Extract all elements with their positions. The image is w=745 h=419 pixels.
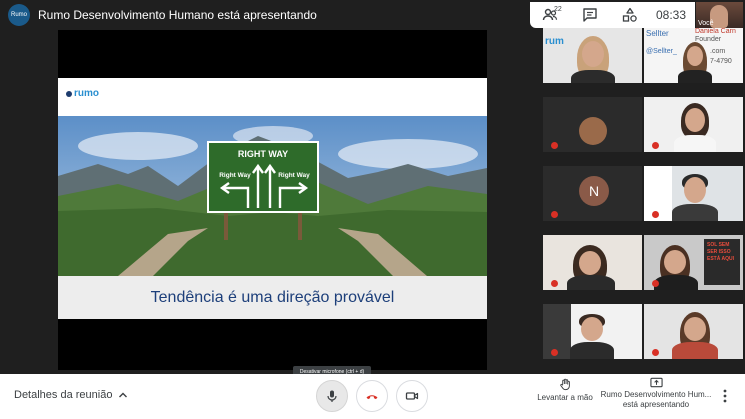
slide-logo-text: rumo [74, 88, 99, 99]
logo-mark-icon [66, 90, 72, 97]
participant-tile[interactable] [543, 304, 642, 359]
microphone-button[interactable] [316, 380, 348, 412]
participant-face [664, 250, 686, 274]
participant-body [567, 275, 615, 290]
participant-face [685, 108, 705, 132]
tile-site-text: .com [710, 48, 726, 55]
participant-initial-avatar: N [579, 176, 609, 206]
tile-logo-text: rum [545, 36, 564, 47]
presentation-status-button[interactable]: Rumo Desenvolvimento Hum... está apresen… [600, 377, 712, 410]
participant-face [684, 317, 706, 341]
clock: 08:33 [656, 8, 687, 22]
sign-right-label: Right Way [278, 172, 310, 179]
mic-muted-icon [551, 349, 558, 356]
meeting-details-label: Detalhes da reunião [14, 389, 113, 401]
video-stage: Rumo Rumo Desenvolvimento Humano está ap… [0, 0, 745, 374]
top-controls: 22 08:33 [530, 2, 695, 28]
participant-tile[interactable]: Sellter Daniela Carn Founder @Sellter_ .… [644, 28, 743, 83]
mic-muted-icon [652, 142, 659, 149]
sign-left-label: Right Way [219, 172, 251, 179]
background-sign: SOL SEM SER ISSO ESTÁ AQUI [704, 239, 740, 285]
slide-photo: RIGHT WAY Right Way Right Way [58, 116, 487, 276]
participant-tile[interactable]: N [543, 166, 642, 221]
chat-icon [583, 8, 597, 22]
mic-muted-icon [551, 211, 558, 218]
presenter-avatar: Rumo [8, 4, 30, 26]
presenter-banner: Rumo Rumo Desenvolvimento Humano está ap… [8, 3, 317, 27]
participant-tile[interactable]: rum [543, 28, 642, 83]
sign-title: RIGHT WAY [238, 149, 288, 159]
people-button[interactable]: 22 [530, 2, 570, 28]
participant-tile[interactable] [543, 235, 642, 290]
mic-muted-icon [652, 211, 659, 218]
participant-body [672, 342, 718, 359]
self-video-tile[interactable]: Você [696, 2, 743, 28]
tile-handle-text: @Sellter_ [646, 48, 677, 55]
participant-tile[interactable] [644, 97, 743, 152]
present-status-line2: está apresentando [622, 400, 690, 409]
slide-header: rumo [58, 78, 487, 116]
slide-caption: Tendência é uma direção provável [58, 276, 487, 319]
participant-tile[interactable] [644, 304, 743, 359]
raise-hand-button[interactable]: Levantar a mão [535, 378, 595, 402]
participant-body [654, 275, 698, 290]
activities-button[interactable] [610, 2, 650, 28]
camera-button[interactable] [396, 380, 428, 412]
bottom-bar: Detalhes da reunião Levantar a mão Rumo … [0, 374, 745, 419]
tile-role-text: Founder [695, 36, 722, 43]
tile-brand-text: Sellter [646, 29, 669, 38]
participant-body [678, 70, 712, 83]
raise-hand-label: Levantar a mão [537, 393, 593, 402]
chat-button[interactable] [570, 2, 610, 28]
participant-face [581, 317, 603, 341]
participant-face [579, 251, 601, 275]
participant-face [687, 46, 703, 66]
participant-body [672, 204, 718, 221]
presenter-avatar-text: Rumo [10, 11, 27, 18]
tile-name-text: Daniela Carn [695, 28, 736, 35]
meet-window: Rumo Rumo Desenvolvimento Humano está ap… [0, 0, 745, 419]
participant-tile[interactable] [543, 97, 642, 152]
more-vertical-icon [723, 389, 727, 403]
more-options-button[interactable] [718, 388, 732, 404]
participant-tile[interactable]: SOL SEM SER ISSO ESTÁ AQUI [644, 235, 743, 290]
participants-grid: rum Sellter Daniela Carn Founder @Sellte… [541, 28, 745, 374]
participant-tile[interactable] [644, 166, 743, 221]
self-label: Você [698, 20, 714, 27]
hang-up-phone-icon [366, 395, 378, 400]
mic-muted-icon [551, 142, 558, 149]
hang-up-button[interactable] [356, 380, 388, 412]
hand-icon [559, 378, 570, 391]
presenter-title: Rumo Desenvolvimento Humano está apresen… [38, 8, 317, 22]
tile-phone-text: 7-4790 [710, 58, 732, 65]
participant-body [674, 135, 716, 152]
road-sign-illustration: RIGHT WAY Right Way Right Way [58, 116, 487, 276]
microphone-icon [327, 390, 337, 402]
present-screen-icon [649, 377, 663, 388]
presentation-slide: rumo RIGHT WAY Right Way Right Way Tendê… [58, 78, 487, 319]
chevron-up-icon [119, 392, 128, 398]
participant-body [570, 342, 614, 359]
camera-icon [405, 392, 419, 400]
participant-body [571, 70, 615, 83]
mic-muted-icon [652, 280, 659, 287]
present-status-line1: Rumo Desenvolvimento Hum... [600, 390, 712, 399]
slide-logo: rumo [66, 88, 99, 99]
participant-avatar [579, 117, 607, 145]
meeting-details-button[interactable]: Detalhes da reunião [14, 389, 128, 401]
mic-muted-icon [652, 349, 659, 356]
people-count: 22 [554, 6, 562, 13]
shapes-icon [622, 7, 637, 22]
participant-face [684, 177, 706, 203]
mic-muted-icon [551, 280, 558, 287]
participant-initial: N [588, 183, 600, 199]
participant-face [582, 41, 604, 67]
